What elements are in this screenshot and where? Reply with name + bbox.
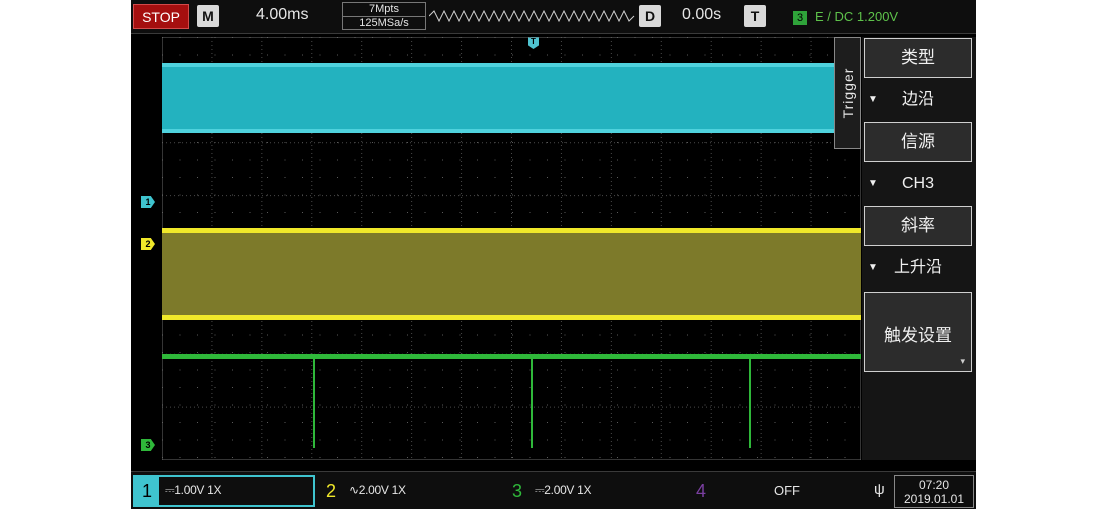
ch2-waveform-top-edge [162,228,861,233]
dropdown-arrow-icon: ▼ [868,94,878,105]
ch1-number: 1 [135,477,159,505]
ch3-spike [749,357,751,448]
timebase-value[interactable]: 4.00ms [256,6,308,24]
dropdown-arrow-icon: ▼ [868,262,878,273]
ch3-spike [531,357,533,448]
sample-rate: 125MSa/s [359,17,409,29]
trigger-settings-button[interactable]: 触发设置 ▾ [864,292,972,372]
waveform-canvas [162,37,861,460]
memory-depth: 7Mpts [343,3,425,17]
trigger-type-value[interactable]: ▼ 边沿 [864,80,972,120]
trigger-status[interactable]: 3 E / DC 1.200V [793,9,898,25]
ch2-setting[interactable]: 2 ∿2.00V 1X [319,476,499,506]
system-clock: 07:20 2019.01.01 [894,475,974,508]
dc-coupling-icon: ⎓ [535,483,545,497]
ch1-waveform-bottom-edge [162,129,861,133]
usb-icon: ψ [874,481,885,498]
ch1-offset-marker[interactable]: 1 [141,196,155,208]
trigger-menu-tab[interactable]: Trigger [834,37,861,149]
ch2-coupling: ∿2.00V 1X [349,483,406,497]
trigger-source-value[interactable]: ▼ CH3 [864,164,972,204]
oscilloscope-screen: STOP M 4.00ms 7Mpts 125MSa/s D 0.00s T 3… [131,0,976,509]
ch4-number: 4 [695,481,706,501]
dc-coupling-icon: ⎓ [165,483,175,497]
channel-status-bar: 1 ⎓1.00V 1X 2 ∿2.00V 1X 3 ⎓2.00V 1X 4 OF… [131,471,976,509]
trigger-source-label: CH3 [901,175,934,192]
top-status-bar: STOP M 4.00ms 7Mpts 125MSa/s D 0.00s T 3… [131,0,976,34]
ch1-coupling: ⎓1.00V 1X [165,483,222,498]
ch2-scale: 2.00V 1X [358,483,406,497]
trigger-source-button[interactable]: 信源 [864,122,972,162]
ch3-waveform [162,354,861,359]
delay-value[interactable]: 0.00s [682,6,721,24]
ch1-scale: 1.00V 1X [174,483,222,497]
trigger-level: E / DC 1.200V [815,9,899,24]
ch3-scale: 2.00V 1X [544,483,592,497]
waveform-display[interactable] [162,37,861,460]
clock-date: 2019.01.01 [903,492,965,506]
run-stop-button[interactable]: STOP [133,4,189,29]
trigger-type-label: 边沿 [901,91,934,108]
timebase-mode-badge[interactable]: M [197,5,219,27]
ch2-waveform [162,231,861,317]
trigger-channel-badge: 3 [793,11,807,25]
more-icon: ▾ [960,356,965,366]
ch2-waveform-bottom-edge [162,315,861,320]
trigger-type-button[interactable]: 类型 [864,38,972,78]
trigger-slope-label: 上升沿 [893,259,942,276]
ch3-setting[interactable]: 3 ⎓2.00V 1X [505,476,685,506]
ch3-spike [313,357,315,448]
ch1-waveform [162,63,861,133]
trigger-menu-title: Trigger [839,67,856,119]
trigger-settings-label: 触发设置 [884,326,952,345]
ch2-number: 2 [325,481,336,501]
ch4-state: OFF [774,483,800,498]
ch2-offset-marker[interactable]: 2 [141,238,155,250]
ch1-waveform-top-edge [162,63,861,67]
ac-coupling-icon: ∿ [349,483,359,497]
clock-time: 07:20 [918,478,950,492]
trigger-soft-menu: 类型 ▼ 边沿 信源 ▼ CH3 斜率 ▼ 上升沿 触发设置 ▾ [862,37,976,460]
ch1-setting[interactable]: 1 ⎓1.00V 1X [133,475,315,507]
memory-sample-rate: 7Mpts 125MSa/s [342,2,426,30]
trigger-badge[interactable]: T [744,5,766,27]
ch3-offset-marker[interactable]: 3 [141,439,155,451]
ch3-number: 3 [511,481,522,501]
ch3-coupling: ⎓2.00V 1X [535,483,592,498]
trigger-slope-value[interactable]: ▼ 上升沿 [864,248,972,288]
dropdown-arrow-icon: ▼ [868,178,878,189]
waveform-overview-icon [429,9,635,23]
trigger-slope-button[interactable]: 斜率 [864,206,972,246]
delay-badge[interactable]: D [639,5,661,27]
